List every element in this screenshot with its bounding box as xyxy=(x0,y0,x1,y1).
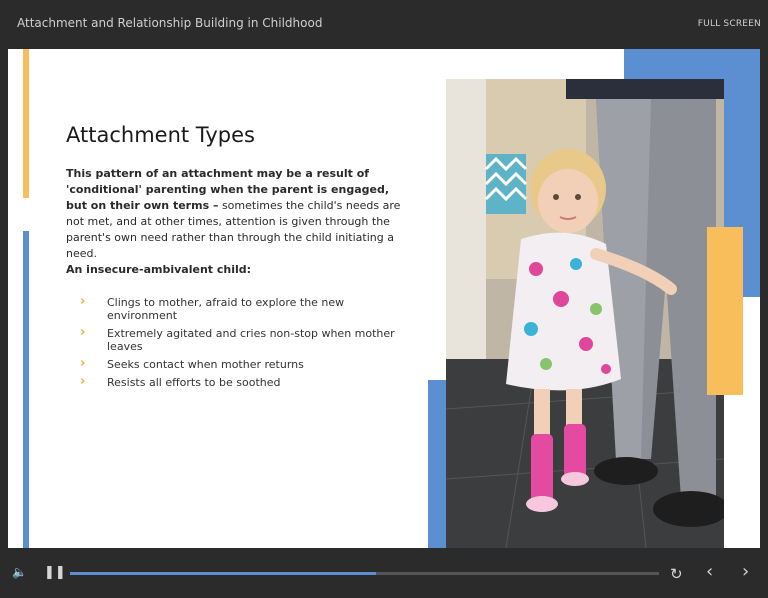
bullet-text: Seeks contact when mother returns xyxy=(107,358,304,371)
progress-bar[interactable] xyxy=(70,572,659,575)
chevron-right-icon: › xyxy=(80,374,86,389)
replay-icon[interactable]: ↻ xyxy=(670,565,683,583)
bullet-text: Resists all efforts to be soothed xyxy=(107,376,281,389)
accent-bar-blue xyxy=(23,231,29,548)
top-bar: Attachment and Relationship Building in … xyxy=(0,0,768,48)
slide-paragraph: This pattern of an attachment may be a r… xyxy=(66,166,406,262)
chevron-right-icon[interactable]: › xyxy=(742,561,749,582)
list-item: › Seeks contact when mother returns xyxy=(80,356,410,371)
list-item: › Clings to mother, afraid to explore the… xyxy=(80,294,410,322)
slide-photo xyxy=(446,79,724,548)
bullet-list: › Clings to mother, afraid to explore the… xyxy=(80,294,410,394)
list-item: › Resists all efforts to be soothed xyxy=(80,374,410,389)
accent-bar-yellow xyxy=(23,49,29,198)
list-item: › Extremely agitated and cries non-stop w… xyxy=(80,325,410,353)
chevron-right-icon: › xyxy=(80,325,86,340)
progress-fill xyxy=(70,572,377,575)
chevron-right-icon: › xyxy=(80,294,86,309)
course-title: Attachment and Relationship Building in … xyxy=(17,16,323,30)
slide-subheading: An insecure-ambivalent child: xyxy=(66,263,252,276)
fullscreen-button[interactable]: FULL SCREEN xyxy=(698,19,761,29)
pause-icon[interactable]: ❚❚ xyxy=(44,565,66,580)
toddler-photo-illustration xyxy=(446,79,724,548)
bullet-text: Extremely agitated and cries non-stop wh… xyxy=(107,327,395,353)
bullet-text: Clings to mother, afraid to explore the … xyxy=(107,296,345,322)
chevron-left-icon[interactable]: ‹ xyxy=(706,561,713,582)
slide-heading: Attachment Types xyxy=(66,123,255,147)
chevron-right-icon: › xyxy=(80,356,86,371)
accent-block-yellow-right xyxy=(707,227,743,395)
speaker-icon[interactable]: 🔈 xyxy=(12,565,27,579)
slide: Attachment Types This pattern of an atta… xyxy=(8,49,760,548)
